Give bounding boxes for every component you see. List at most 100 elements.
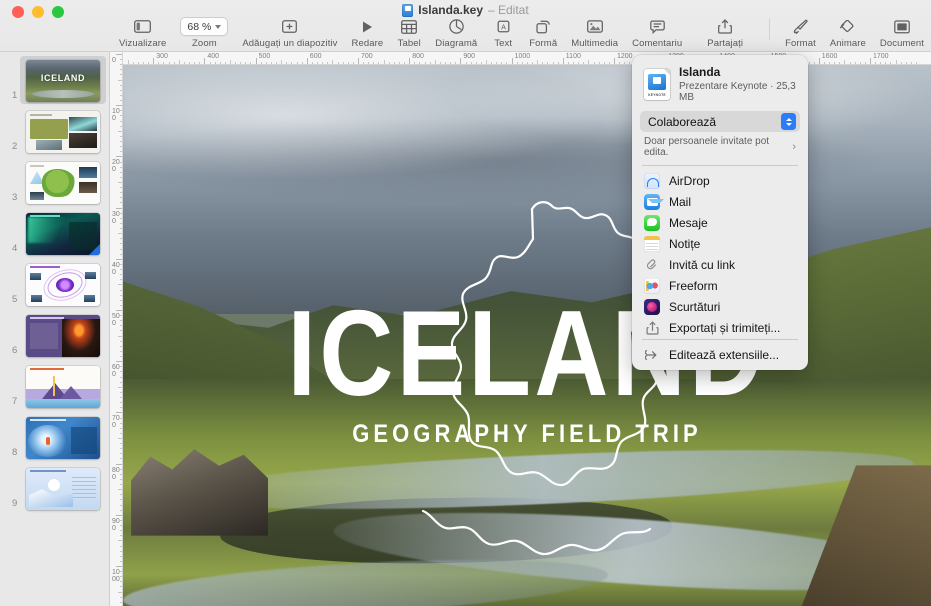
ruler-minor-tick <box>120 110 123 111</box>
ruler-minor-tick <box>120 167 123 168</box>
toolbar-chart-button[interactable]: Diagramă <box>428 17 484 49</box>
toolbar-media-label: Multimedia <box>571 38 618 49</box>
ruler-label: 900 <box>463 53 475 60</box>
toolbar-comment-button[interactable]: Comentariu <box>625 17 689 49</box>
share-item-label: Mesaje <box>669 216 708 230</box>
ruler-minor-tick <box>120 397 123 398</box>
export-icon <box>644 320 660 336</box>
shortcuts-icon <box>644 299 660 315</box>
ruler-minor-tick <box>120 269 123 270</box>
chevron-right-icon[interactable]: › <box>792 141 796 153</box>
slide-thumb-7[interactable]: 7 <box>0 362 109 410</box>
animate-icon <box>839 17 856 36</box>
share-item-invite-link[interactable]: Invită cu link <box>632 254 808 275</box>
slide-thumb-art <box>26 417 100 459</box>
share-doc-meta: Prezentare Keynote · 25,3 MB <box>679 81 796 103</box>
permission-text: Doar persoanele invitate pot edita. <box>644 136 792 158</box>
ruler-minor-tick <box>118 284 123 285</box>
ruler-minor-tick <box>118 489 123 490</box>
share-item-notes[interactable]: Notițe <box>632 233 808 254</box>
ruler-minor-tick <box>120 346 123 347</box>
slide-thumb-6[interactable]: 6 <box>0 311 109 359</box>
share-item-freeform[interactable]: Freeform <box>632 275 808 296</box>
keynote-doc-icon <box>402 4 413 17</box>
up-down-chevron-icon[interactable] <box>781 113 796 130</box>
toolbar-divider <box>769 18 770 40</box>
popover-divider-bottom <box>642 339 798 340</box>
ruler-label: 300 <box>156 53 168 60</box>
ruler-minor-tick <box>120 290 123 291</box>
slide-thumb-9[interactable]: 9 <box>0 464 109 512</box>
edit-extensions-label: Editează extensiile... <box>669 348 779 362</box>
ruler-label: 0 <box>112 57 121 64</box>
slide-thumb-art <box>26 315 100 357</box>
slide-thumb-4[interactable]: 4 <box>0 209 109 257</box>
ruler-major-tick <box>358 58 359 65</box>
ruler-minor-tick <box>120 74 123 75</box>
window-title-text: Islanda.key <box>418 3 483 17</box>
slide-thumb-2[interactable]: 2 <box>0 107 109 155</box>
share-item-export[interactable]: Exportați și trimiteți... <box>632 317 808 338</box>
toolbar-animate-button[interactable]: Animare <box>823 17 873 49</box>
ruler-minor-tick <box>120 223 123 224</box>
slide-thumb-caption: ICELAND <box>26 73 100 83</box>
toolbar-zoom-control[interactable]: 68 % Zoom <box>173 17 235 49</box>
vertical-ruler[interactable]: 01002003004005006007008009001000 <box>110 52 123 606</box>
ruler-major-tick <box>116 515 123 516</box>
slide-subtitle[interactable]: GEOGRAPHY FIELD TRIP <box>171 420 882 449</box>
ruler-minor-tick <box>120 535 123 536</box>
ruler-minor-tick <box>120 520 123 521</box>
share-item-label: Freeform <box>669 279 718 293</box>
toolbar-view-label: Vizualizare <box>119 38 166 49</box>
toolbar-document-button[interactable]: Document <box>873 17 931 49</box>
share-popover[interactable]: KEYNOTE Islanda Prezentare Keynote · 25,… <box>632 55 808 370</box>
zoom-select[interactable]: 68 % <box>180 17 228 36</box>
slide-number: 3 <box>12 192 17 203</box>
collaborate-popup-button[interactable]: Colaborează <box>640 111 800 132</box>
format-brush-icon <box>792 17 808 36</box>
window-title: Islanda.key – Editat <box>0 3 931 17</box>
edit-extensions-item[interactable]: Editează extensiile... <box>632 344 808 365</box>
ruler-label: 800 <box>412 53 424 60</box>
ruler-minor-tick <box>120 187 123 188</box>
slide-thumb-5[interactable]: 5 <box>0 260 109 308</box>
toolbar-shape-button[interactable]: Formă <box>522 17 564 49</box>
share-targets-list[interactable]: AirDrop Mail Mesaje Notițe I <box>632 170 808 338</box>
toolbar-zoom-label: Zoom <box>192 38 217 49</box>
ruler-minor-tick <box>120 418 123 419</box>
toolbar-media-button[interactable]: Multimedia <box>564 17 625 49</box>
toolbar-share-button[interactable]: Partajați <box>690 17 760 49</box>
toolbar-text-button[interactable]: A Text <box>484 17 522 49</box>
share-item-airdrop[interactable]: AirDrop <box>632 170 808 191</box>
slide-number: 5 <box>12 294 17 305</box>
ruler-minor-tick <box>118 336 123 337</box>
slide-navigator[interactable]: 1 ICELAND 2 3 4 5 <box>0 52 110 606</box>
permission-row[interactable]: Doar persoanele invitate pot edita. › <box>632 132 808 164</box>
slide-canvas[interactable]: ICELAND GEOGRAPHY FIELD TRIP <box>123 65 931 606</box>
slide-thumb-8[interactable]: 8 <box>0 413 109 461</box>
ruler-major-tick <box>116 412 123 413</box>
ruler-minor-tick <box>120 330 123 331</box>
toolbar-view-button[interactable]: Vizualizare <box>112 17 173 49</box>
toolbar-format-button[interactable]: Format <box>778 17 823 49</box>
ruler-minor-tick <box>118 80 123 81</box>
ruler-minor-tick <box>120 141 123 142</box>
ruler-minor-tick <box>120 458 123 459</box>
toolbar-comment-label: Comentariu <box>632 38 682 49</box>
titlebar: Islanda.key – Editat Vizualizare 68 % <box>0 0 931 52</box>
ruler-minor-tick <box>120 315 123 316</box>
slide-thumb-1[interactable]: 1 ICELAND <box>0 56 109 104</box>
toolbar-shape-label: Formă <box>529 38 557 49</box>
share-item-messages[interactable]: Mesaje <box>632 212 808 233</box>
ruler-minor-tick <box>120 305 123 306</box>
slide-thumb-3[interactable]: 3 <box>0 158 109 206</box>
toolbar-add-slide-button[interactable]: Adăugați un diapozitiv <box>235 17 344 49</box>
toolbar-play-button[interactable]: Redare <box>345 17 391 49</box>
toolbar-table-button[interactable]: Tabel <box>390 17 428 49</box>
ruler-minor-tick <box>120 59 123 60</box>
share-item-shortcuts[interactable]: Scurtături <box>632 296 808 317</box>
share-item-mail[interactable]: Mail <box>632 191 808 212</box>
ruler-minor-tick <box>120 586 123 587</box>
ruler-minor-tick <box>120 494 123 495</box>
ruler-minor-tick <box>120 407 123 408</box>
